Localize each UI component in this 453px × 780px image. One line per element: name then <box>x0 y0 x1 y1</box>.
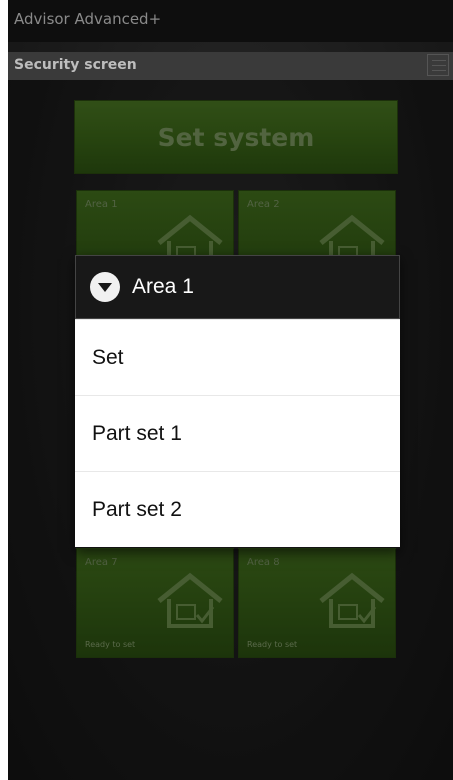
grid-menu-icon[interactable] <box>427 54 449 76</box>
area-options-dialog: Area 1 Set Part set 1 Part set 2 <box>75 255 400 549</box>
title-bar: Advisor Advanced+ <box>8 0 453 42</box>
dialog-title: Area 1 <box>132 275 194 298</box>
chevron-down-circle-icon <box>90 272 120 302</box>
option-part-set-1[interactable]: Part set 1 <box>75 395 400 471</box>
header-bar: Security screen <box>8 52 453 80</box>
app-title: Advisor Advanced+ <box>14 10 162 28</box>
screen-title: Security screen <box>14 57 137 73</box>
option-part-set-2[interactable]: Part set 2 <box>75 471 400 547</box>
dialog-header: Area 1 <box>75 255 400 319</box>
option-set[interactable]: Set <box>75 319 400 395</box>
app-screen: Advisor Advanced+ Security screen Set sy… <box>8 0 453 780</box>
